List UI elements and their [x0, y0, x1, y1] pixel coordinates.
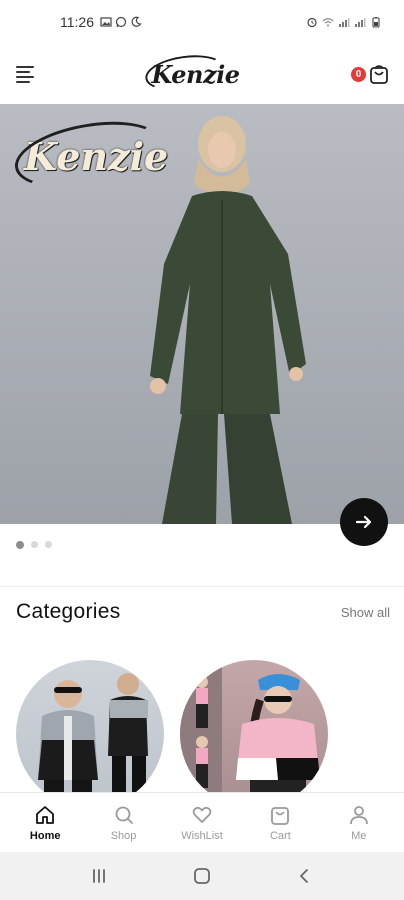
signal-icon: [339, 18, 350, 27]
menu-button[interactable]: [16, 62, 40, 86]
section-divider: [0, 586, 404, 587]
bag-icon: [271, 806, 290, 825]
whatsapp-icon: [115, 16, 127, 28]
search-icon: [115, 806, 133, 824]
cart-bag-icon: [370, 65, 388, 84]
recent-apps-icon: [93, 869, 106, 883]
arrow-right-icon: [355, 515, 372, 529]
nav-wishlist[interactable]: WishList: [167, 804, 237, 842]
status-left: 11:26: [60, 14, 142, 30]
back-chevron-icon: [299, 869, 308, 883]
carousel-dot[interactable]: [16, 541, 24, 549]
back-button[interactable]: [285, 856, 325, 896]
home-square-icon: [194, 868, 210, 884]
home-icon: [36, 805, 55, 824]
status-notification-icons: [100, 16, 142, 28]
menu-line: [16, 75, 34, 78]
menu-line: [16, 65, 34, 68]
alarm-icon: [307, 17, 317, 28]
system-navigation-bar: [0, 852, 404, 900]
model-figure-image: [150, 116, 306, 524]
categories-row: [16, 660, 328, 808]
carousel-dots: [16, 541, 52, 549]
recent-apps-button[interactable]: [79, 856, 119, 896]
header-logo[interactable]: Kenzie: [143, 50, 240, 95]
nav-cart-label: Cart: [269, 829, 291, 842]
status-right: [306, 16, 382, 28]
nav-shop[interactable]: Shop: [89, 804, 159, 842]
nav-me[interactable]: Me: [324, 804, 394, 842]
categories-title: Categories: [16, 600, 121, 623]
signal-icon: [355, 18, 366, 27]
category-image: [38, 673, 148, 808]
nav-cart[interactable]: Cart: [245, 804, 315, 842]
home-system-button[interactable]: [182, 856, 222, 896]
show-all-link[interactable]: Show all: [341, 605, 390, 620]
nav-home[interactable]: Home: [10, 804, 80, 842]
categories-header: Categories Show all: [16, 600, 390, 624]
image-icon: [100, 17, 112, 27]
app-header: Kenzie 0: [0, 44, 404, 104]
menu-line: [16, 70, 30, 73]
nav-home-label: Home: [29, 829, 61, 842]
status-bar: 11:26: [0, 0, 404, 44]
hero-banner[interactable]: Kenzie: [0, 104, 404, 524]
carousel-dot[interactable]: [31, 541, 38, 548]
category-item-boys[interactable]: [16, 660, 164, 808]
status-time: 11:26: [60, 14, 94, 30]
moon-icon: [131, 16, 142, 27]
nav-me-label: Me: [351, 829, 367, 842]
heart-icon: [192, 806, 212, 823]
person-icon: [349, 805, 368, 824]
nav-wishlist-label: WishList: [181, 829, 223, 842]
cart-count-badge: 0: [350, 66, 366, 82]
bottom-navigation: Home Shop WishList Cart Me: [0, 792, 404, 852]
category-item-girls[interactable]: [180, 660, 328, 808]
carousel-dot[interactable]: [45, 541, 52, 548]
header-cart-button[interactable]: 0: [350, 63, 390, 85]
category-image: [180, 660, 320, 808]
wifi-icon: [322, 18, 334, 27]
banner-next-button[interactable]: [340, 498, 388, 546]
menu-line: [16, 80, 30, 83]
battery-icon: [372, 17, 380, 28]
nav-shop-label: Shop: [110, 829, 137, 842]
